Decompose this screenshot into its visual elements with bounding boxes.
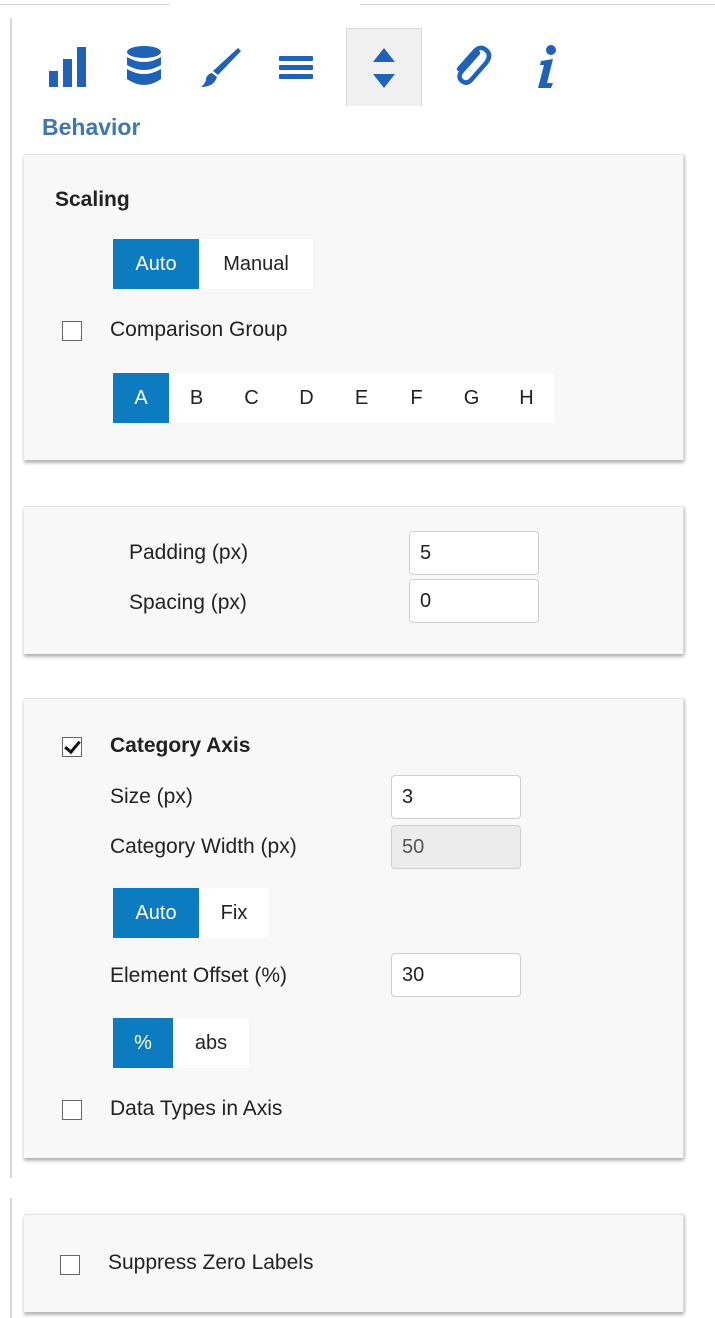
padding-input[interactable] <box>409 531 539 575</box>
group-option-c[interactable]: C <box>224 373 279 423</box>
data-types-in-axis-checkbox[interactable] <box>62 1100 82 1120</box>
tab-info[interactable] <box>510 28 586 106</box>
group-option-b[interactable]: B <box>169 373 224 423</box>
group-option-a[interactable]: A <box>113 373 169 423</box>
paperclip-icon <box>456 45 492 85</box>
scaling-title: Scaling <box>55 188 130 211</box>
spacing-panel: Padding (px) Spacing (px) <box>24 506 684 654</box>
data-types-in-axis-label: Data Types in Axis <box>110 1097 283 1120</box>
category-width-label: Category Width (px) <box>110 835 297 858</box>
offset-percent-option[interactable]: % <box>113 1018 173 1068</box>
group-option-f[interactable]: F <box>389 373 444 423</box>
tab-chart[interactable] <box>30 28 106 106</box>
tab-data[interactable] <box>106 28 182 106</box>
category-width-input <box>391 825 521 869</box>
axis-size-input[interactable] <box>391 775 521 819</box>
group-option-g[interactable]: G <box>444 373 499 423</box>
comparison-group-checkbox[interactable] <box>62 321 82 341</box>
element-offset-input[interactable] <box>391 953 521 997</box>
tab-attachments[interactable] <box>434 28 510 106</box>
tab-style[interactable] <box>182 28 258 106</box>
tab-format[interactable] <box>258 28 334 106</box>
suppress-zero-panel: Suppress Zero Labels <box>24 1214 684 1312</box>
property-toolbar <box>30 28 590 108</box>
top-border-gap <box>170 4 360 5</box>
width-auto-option[interactable]: Auto <box>113 888 199 938</box>
category-axis-label: Category Axis <box>110 734 251 757</box>
database-icon <box>127 46 161 85</box>
left-rail-lower <box>10 1198 12 1318</box>
suppress-zero-labels-checkbox[interactable] <box>60 1255 80 1275</box>
element-offset-label: Element Offset (%) <box>110 964 288 987</box>
padding-label: Padding (px) <box>129 541 249 564</box>
sort-arrows-icon <box>373 47 395 88</box>
spacing-label: Spacing (px) <box>129 591 247 614</box>
scaling-auto-option[interactable]: Auto <box>113 239 199 289</box>
spacing-input[interactable] <box>409 579 539 623</box>
group-option-h[interactable]: H <box>499 373 554 423</box>
scaling-mode-toggle: Auto Manual <box>113 239 313 289</box>
width-fix-option[interactable]: Fix <box>199 888 269 938</box>
tab-behavior[interactable] <box>346 28 422 106</box>
axis-size-label: Size (px) <box>110 785 193 808</box>
category-axis-checkbox[interactable] <box>62 737 82 757</box>
group-option-e[interactable]: E <box>334 373 389 423</box>
menu-lines-icon <box>279 56 313 79</box>
section-title: Behavior <box>42 114 141 140</box>
group-option-d[interactable]: D <box>279 373 334 423</box>
suppress-zero-labels-label: Suppress Zero Labels <box>108 1251 314 1274</box>
bar-chart-icon <box>49 47 86 87</box>
comparison-group-label: Comparison Group <box>110 318 288 341</box>
offset-unit-toggle: % abs <box>113 1018 249 1068</box>
comparison-group-selector: A B C D E F G H <box>113 373 554 423</box>
brush-icon <box>201 48 241 87</box>
info-icon <box>538 45 556 88</box>
left-rail <box>10 18 12 1178</box>
scaling-panel: Scaling Auto Manual Comparison Group A B… <box>24 154 684 460</box>
scaling-manual-option[interactable]: Manual <box>199 239 313 289</box>
category-width-mode-toggle: Auto Fix <box>113 888 269 938</box>
offset-abs-option[interactable]: abs <box>173 1018 249 1068</box>
category-axis-panel: Category Axis Size (px) Category Width (… <box>24 698 684 1158</box>
